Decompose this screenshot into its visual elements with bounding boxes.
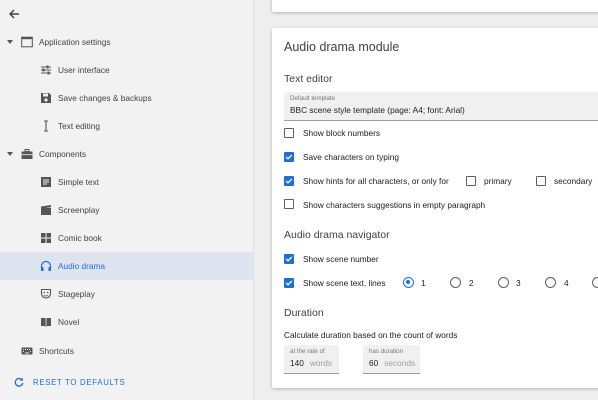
checkbox-label: Save characters on typing [303,152,399,162]
tree-group-application-settings[interactable]: Application settings [0,28,254,56]
radio-label: 1 [421,278,426,288]
show-scene-number-checkbox[interactable] [284,254,294,264]
show-hints-checkbox[interactable] [284,176,294,186]
tree-item-shortcuts[interactable]: Shortcuts [0,337,254,365]
lines-radio-2[interactable] [450,277,461,288]
caret-down-icon [7,40,13,44]
checkbox-label: primary [484,176,512,186]
show-suggestions-checkbox[interactable] [284,199,294,209]
lines-radio-5[interactable] [592,277,598,288]
sidebar-item-stageplay[interactable]: Stageplay [0,280,254,308]
show-block-numbers-checkbox[interactable] [284,128,294,138]
reset-label: RESET TO DEFAULTS [33,377,126,387]
tree-group-components[interactable]: Components [0,140,254,168]
checkmark-icon [285,256,293,262]
card-title: Audio drama module [284,40,400,54]
sidebar-item-label: Text editing [58,121,100,131]
radio-label: 3 [516,278,521,288]
hint-primary-checkbox[interactable] [466,176,476,186]
tree-item-label: Shortcuts [39,346,75,356]
lines-radio-4[interactable] [545,277,556,288]
sidebar-item-simple-text[interactable]: Simple text [0,168,254,196]
document-icon [41,177,51,187]
sidebar-item-user-interface[interactable]: User interface [0,56,254,84]
checkbox-label: Show scene number [303,254,379,264]
field-value: BBC scene style template (page: A4; font… [290,105,465,115]
sidebar-item-screenplay[interactable]: Screenplay [0,196,254,224]
audio-drama-module-card: Audio drama module Text editor Default t… [272,28,598,388]
section-heading-text-editor: Text editor [284,73,333,85]
checkbox-label: Show scene text, lines [303,278,386,288]
tree-group-label: Components [39,149,87,159]
reset-to-defaults-button[interactable]: RESET TO DEFAULTS [14,377,125,387]
headphones-icon [40,260,52,271]
theater-mask-icon [40,288,52,299]
checkmark-icon [285,178,293,184]
previous-settings-card [272,0,598,12]
sidebar-item-audio-drama[interactable]: Audio drama [0,252,254,280]
sidebar-item-label: Audio drama [58,261,106,271]
duration-description: Calculate duration based on the count of… [284,330,458,340]
hint-secondary-checkbox[interactable] [536,176,546,186]
refresh-icon [14,377,24,387]
toolbox-icon [21,149,33,159]
sliders-icon [41,65,51,75]
open-book-icon [41,318,51,327]
sidebar-item-label: User interface [58,65,110,75]
caret-down-icon [7,152,13,156]
tree-group-label: Application settings [39,37,111,47]
sidebar-item-label: Save changes & backups [58,93,152,103]
sidebar-item-save-changes-backups[interactable]: Save changes & backups [0,84,254,112]
field-label: at the rate of [290,348,325,355]
show-scene-text-checkbox[interactable] [284,278,294,288]
sidebar-item-novel[interactable]: Novel [0,308,254,336]
checkbox-label: Show hints for all characters, or only f… [303,176,449,186]
sidebar-item-label: Stageplay [58,289,95,299]
sidebar-item-label: Simple text [58,177,100,187]
checkmark-icon [285,280,293,286]
sidebar-item-label: Novel [58,317,80,327]
checkbox-label: Show block numbers [303,128,381,138]
field-value: 60 seconds [369,358,416,368]
radio-label: 4 [564,278,569,288]
checkmark-icon [285,154,293,160]
keyboard-icon [21,347,33,355]
sidebar-item-text-editing[interactable]: Text editing [0,112,254,140]
back-arrow-icon[interactable] [6,6,22,22]
section-heading-navigator: Audio drama navigator [284,229,390,241]
field-value: 140 words [290,358,332,368]
sidebar-item-comic-book[interactable]: Comic book [0,224,254,252]
settings-sidebar: Application settings User interface Save… [0,0,254,400]
sidebar-item-label: Screenplay [58,205,100,215]
checkbox-label: secondary [554,176,593,186]
duration-seconds-input[interactable]: has duration 60 seconds [363,345,420,374]
save-characters-checkbox[interactable] [284,152,294,162]
default-template-select[interactable]: Default template BBC scene style templat… [284,92,598,121]
words-rate-input[interactable]: at the rate of 140 words [284,345,339,374]
section-heading-duration: Duration [284,307,324,319]
radio-label: 2 [469,278,474,288]
floppy-disk-icon [41,93,51,103]
sidebar-item-label: Comic book [58,233,102,243]
field-label: has duration [369,348,404,355]
lines-radio-1[interactable] [403,277,414,288]
window-icon [21,36,33,48]
checkbox-label: Show characters suggestions in empty par… [303,200,486,210]
lines-radio-3[interactable] [498,277,509,288]
field-label: Default template [290,95,336,102]
grid-panels-icon [41,233,51,243]
clapperboard-icon [41,205,51,215]
text-cursor-icon [44,120,48,132]
